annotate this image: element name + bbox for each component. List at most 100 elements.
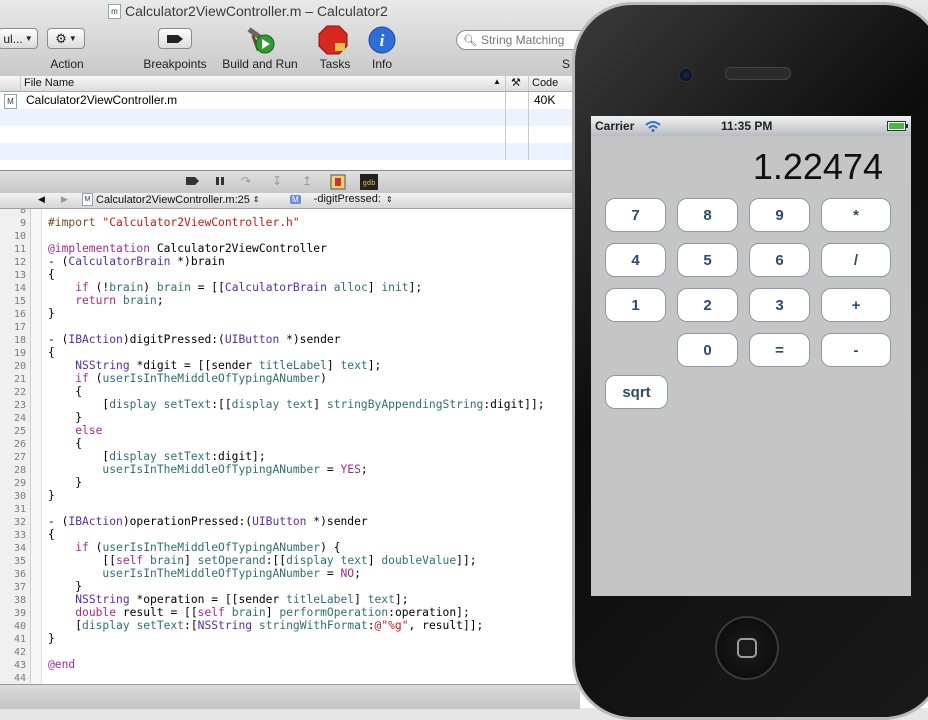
code-line: return brain;: [75, 294, 164, 307]
fold-ribbon[interactable]: [31, 209, 42, 684]
file-name-header[interactable]: File Name: [24, 77, 74, 89]
pause-icon[interactable]: [215, 176, 225, 186]
code-line: {: [48, 437, 83, 450]
line-number: 18: [13, 335, 26, 346]
ios-status-bar: Carrier 11:35 PM: [591, 116, 911, 136]
file-popup[interactable]: M Calculator2ViewController.m:25 ⇕: [82, 193, 260, 206]
file-m-icon: M: [4, 94, 17, 109]
digit-0-button[interactable]: 0: [677, 333, 738, 367]
table-row-empty: [0, 143, 580, 160]
digit-2-button[interactable]: 2: [677, 288, 738, 322]
line-number: 34: [13, 543, 26, 554]
debugger-bar: ↷ ↧ ↥ gdb: [0, 170, 580, 194]
code-line: }: [48, 476, 83, 489]
code-line: [display setText:[NSString stringWithFor…: [48, 619, 484, 632]
forward-arrow-icon[interactable]: ▶: [61, 194, 68, 205]
tasks-stop-icon[interactable]: [318, 25, 348, 55]
code-editor[interactable]: 8 9 10 11 12 13 14 15 16 17 18 19 20 21 22 23 24 25 26 27 28…: [0, 209, 580, 684]
hammer-icon[interactable]: ⚒: [511, 76, 521, 89]
file-m-icon: M: [82, 193, 93, 206]
digit-1-button[interactable]: 1: [605, 288, 666, 322]
breakpoints-button[interactable]: [158, 28, 192, 49]
line-number: 32: [13, 517, 26, 528]
overview-popup[interactable]: ul... ▼: [0, 28, 38, 49]
step-out-icon[interactable]: ↥: [302, 174, 312, 188]
line-number: 35: [13, 556, 26, 567]
equals-button[interactable]: =: [749, 333, 810, 367]
info-icon[interactable]: i: [367, 25, 397, 55]
code-line: if (!brain) brain = [[CalculatorBrain al…: [75, 281, 423, 294]
function-popup[interactable]: M -digitPressed: ⇕: [290, 193, 393, 205]
code-line: NSString *operation = [[sender titleLabe…: [75, 593, 409, 606]
code-line: }: [48, 411, 83, 424]
code-line: [display setText:[[display text] stringB…: [48, 398, 545, 411]
step-over-icon[interactable]: ↷: [241, 174, 251, 188]
digit-5-button[interactable]: 5: [677, 243, 738, 277]
code-line: }: [48, 580, 83, 593]
function-popup-label: -digitPressed:: [313, 193, 381, 205]
file-code-size: 40K: [534, 93, 556, 107]
code-line: {: [48, 385, 83, 398]
line-number: 8: [19, 209, 26, 216]
code-line: [display setText:digit];: [48, 450, 266, 463]
digit-6-button[interactable]: 6: [749, 243, 810, 277]
table-row-empty: [0, 109, 580, 126]
chevron-down-icon: ▼: [68, 34, 77, 43]
line-number: 27: [13, 452, 26, 463]
digit-8-button[interactable]: 8: [677, 198, 738, 232]
add-button[interactable]: +: [821, 288, 891, 322]
breakpoint-icon: [167, 34, 183, 43]
phone-screen: Carrier 11:35 PM 1.22474 7 8 9 * 4 5 6 /…: [591, 116, 911, 596]
svg-text:i: i: [380, 31, 385, 50]
chevron-down-icon: ▼: [24, 34, 33, 43]
digit-9-button[interactable]: 9: [749, 198, 810, 232]
line-number: 33: [13, 530, 26, 541]
line-number: 16: [13, 309, 26, 320]
digit-4-button[interactable]: 4: [605, 243, 666, 277]
table-row-empty: [0, 126, 580, 143]
sort-up-icon: ▲: [493, 77, 501, 86]
line-number: 10: [13, 231, 26, 242]
line-number: 44: [13, 673, 26, 684]
clock-label: 11:35 PM: [721, 119, 773, 133]
document-icon: m: [108, 3, 121, 19]
status-bar: [0, 684, 580, 709]
info-label: Info: [371, 57, 392, 71]
gear-icon: ⚙: [55, 30, 67, 46]
table-row[interactable]: M Calculator2ViewController.m 40K: [0, 92, 580, 109]
calculator-display: 1.22474: [752, 146, 883, 187]
multiply-button[interactable]: *: [821, 198, 891, 232]
code-line: - (CalculatorBrain *)brain: [48, 255, 225, 268]
build-and-run-icon[interactable]: [245, 25, 275, 55]
debugger-window-icon[interactable]: [330, 174, 346, 190]
line-number: 12: [13, 257, 26, 268]
home-square-icon: [737, 638, 757, 658]
code-line: - (IBAction)digitPressed:(UIButton *)sen…: [48, 333, 341, 346]
popup-arrows-icon: ⇕: [252, 195, 260, 204]
code-line: @end: [48, 658, 76, 671]
code-line: else: [75, 424, 103, 437]
search-placeholder: String Matching: [480, 33, 565, 47]
line-number: 31: [13, 504, 26, 515]
code-header[interactable]: Code: [532, 77, 558, 89]
action-button[interactable]: ⚙ ▼: [47, 28, 85, 49]
subtract-button[interactable]: -: [821, 333, 891, 367]
breakpoint-toggle-icon[interactable]: [186, 177, 200, 185]
digit-7-button[interactable]: 7: [605, 198, 666, 232]
line-number: 24: [13, 413, 26, 424]
back-arrow-icon[interactable]: ◀: [38, 194, 45, 205]
line-number: 20: [13, 361, 26, 372]
file-popup-label: Calculator2ViewController.m:25: [96, 193, 250, 206]
gdb-console-icon[interactable]: gdb: [360, 174, 378, 190]
home-button[interactable]: [715, 616, 779, 680]
divide-button[interactable]: /: [821, 243, 891, 277]
code-line: userIsInTheMiddleOfTypingANumber = YES;: [102, 463, 368, 476]
file-list-header: File Name ▲ ⚒ Code: [0, 76, 580, 92]
line-number: 40: [13, 621, 26, 632]
line-number: 11: [13, 244, 26, 255]
step-into-icon[interactable]: ↧: [272, 174, 282, 188]
carrier-label: Carrier: [595, 119, 635, 133]
digit-3-button[interactable]: 3: [749, 288, 810, 322]
code-line: [[self brain] setOperand:[[display text]…: [48, 554, 477, 567]
sqrt-button[interactable]: sqrt: [605, 375, 668, 409]
